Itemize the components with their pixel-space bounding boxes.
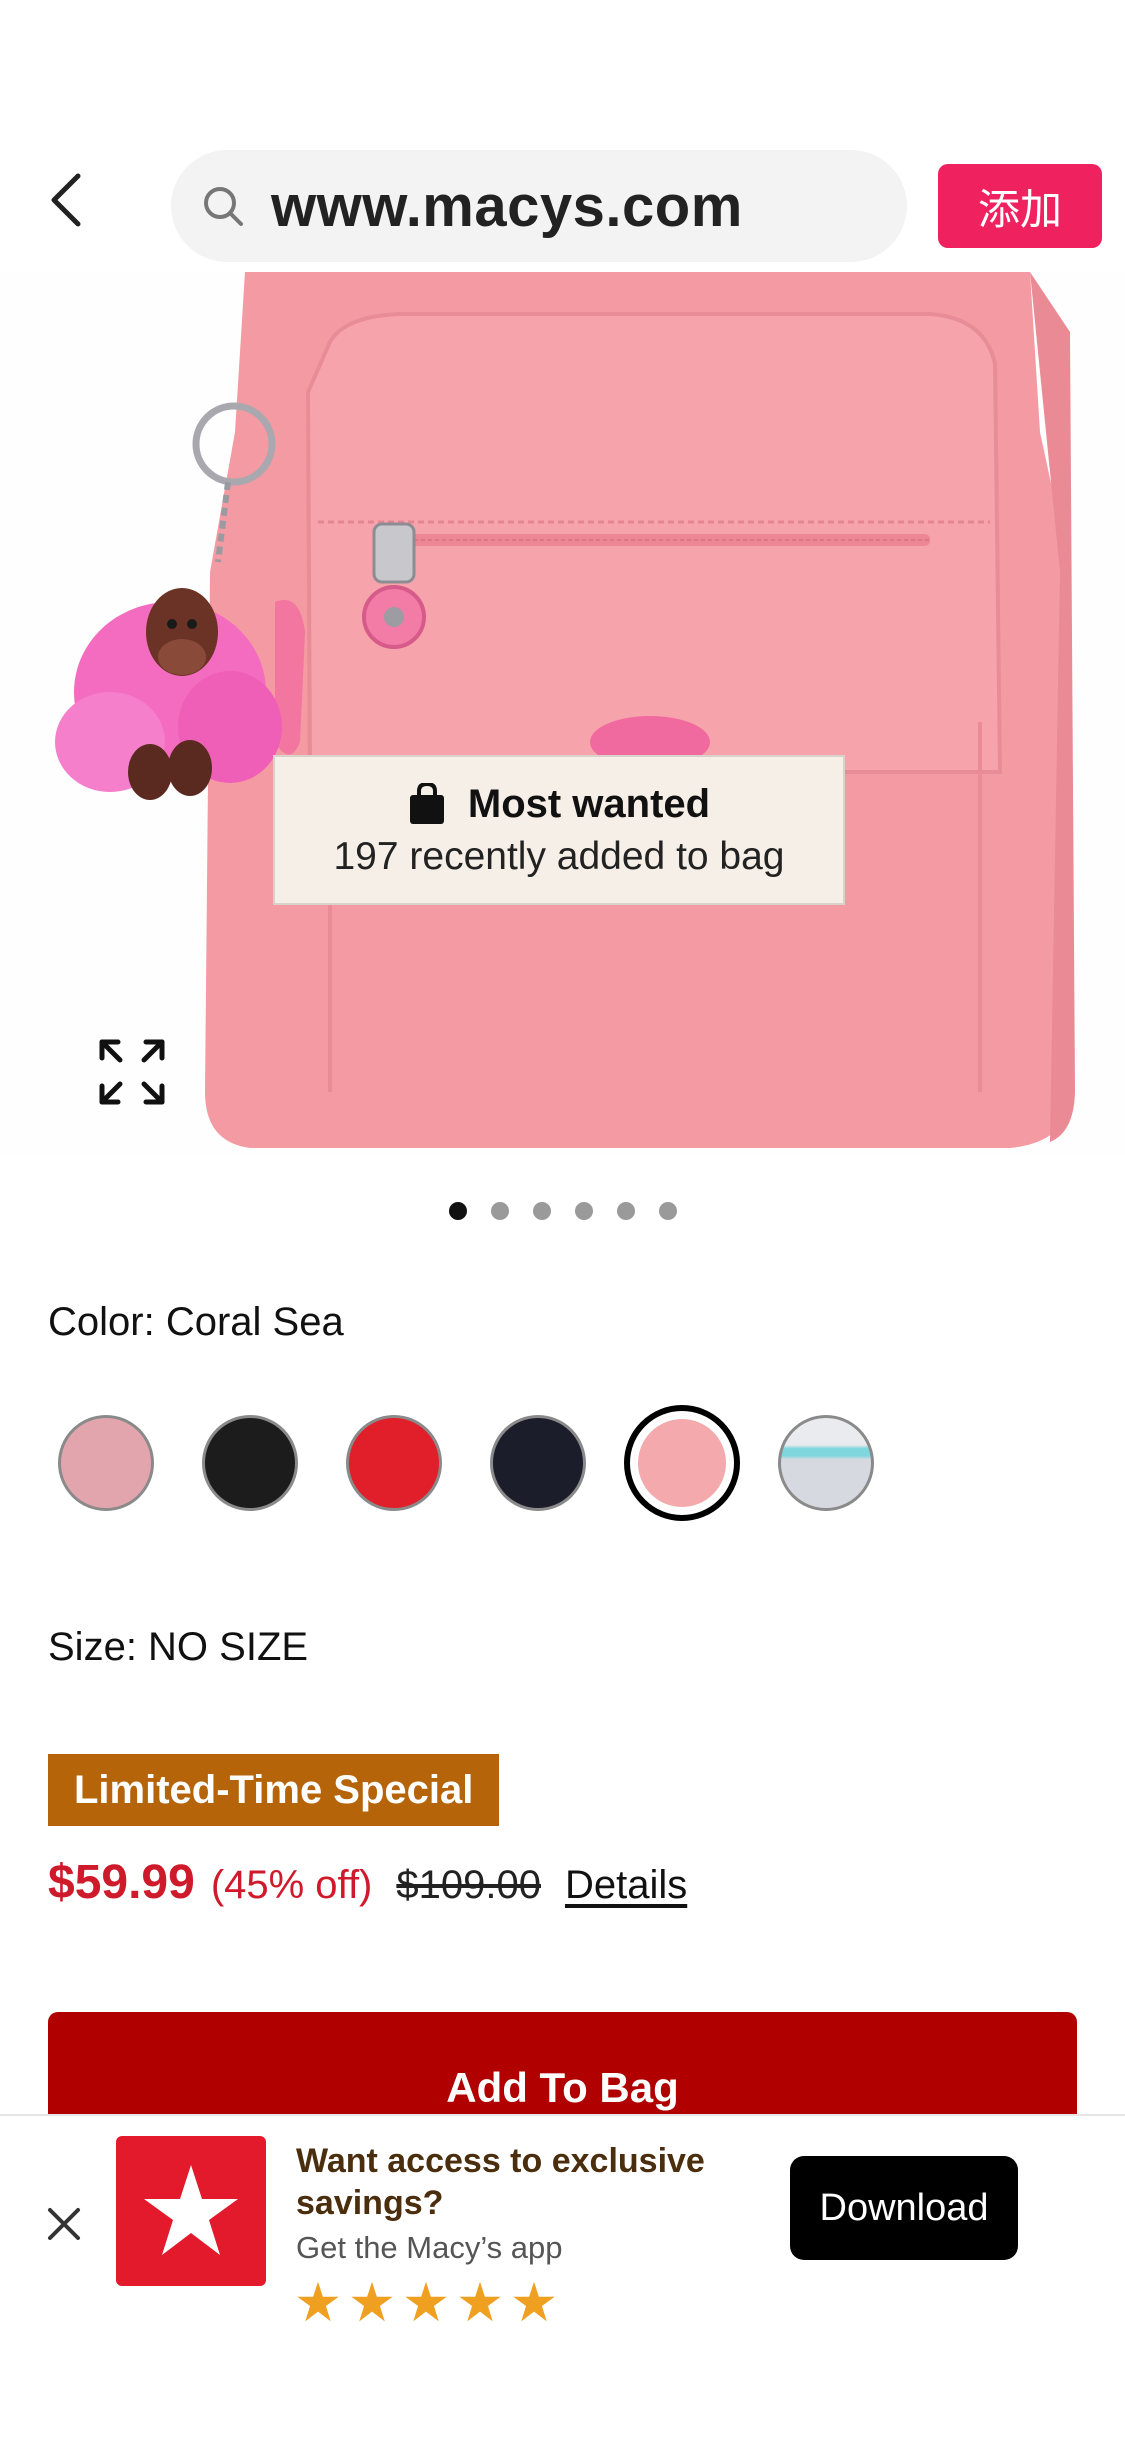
close-icon [48, 2208, 80, 2240]
star-logo-icon [144, 2165, 238, 2255]
size-label: Size: NO SIZE [48, 1625, 309, 1669]
search-icon [204, 187, 243, 226]
price-row: $59.99 (45% off) $109.00 Details [48, 1855, 687, 1910]
add-to-bag-label: Add To Bag [446, 2064, 679, 2111]
most-wanted-badge: Most wanted 197 recently added to bag [273, 755, 845, 905]
carousel-dot[interactable] [658, 1202, 677, 1220]
carousel-dot[interactable] [490, 1202, 509, 1220]
download-button[interactable]: Download [790, 2156, 1018, 2260]
product-image[interactable]: Most wanted 197 recently added to bag [0, 272, 1125, 1154]
banner-title: Want access to exclusive savings? [296, 2142, 705, 2222]
most-wanted-title: Most wanted [467, 781, 711, 826]
swatch-black[interactable] [202, 1415, 298, 1511]
url-text: www.macys.com [271, 173, 743, 239]
rating-stars [296, 2280, 556, 2324]
carousel-dot[interactable] [448, 1202, 467, 1220]
swatch-light-blue-stripe[interactable] [778, 1415, 874, 1511]
url-bar[interactable]: www.macys.com [171, 150, 907, 262]
backpack-image [55, 272, 1075, 1148]
add-to-bag-button[interactable]: Add To Bag [48, 2012, 1077, 2122]
star-icon [405, 2281, 447, 2322]
expand-icon [99, 1039, 165, 1105]
carousel-dots [0, 1202, 1125, 1220]
star-icon [297, 2281, 339, 2322]
banner-subtitle: Get the Macy’s app [296, 2230, 563, 2265]
chevron-left-icon [51, 173, 81, 227]
promo-badge: Limited-Time Special [48, 1754, 500, 1826]
color-label: Color: Coral Sea [48, 1300, 344, 1344]
add-button[interactable]: 添加 [938, 164, 1102, 248]
star-icon [459, 2281, 501, 2322]
carousel-dot[interactable] [574, 1202, 593, 1220]
details-link[interactable]: Details [565, 1863, 687, 1908]
sale-price: $59.99 [48, 1856, 195, 1909]
fullscreen-button[interactable] [98, 1038, 166, 1106]
back-button[interactable] [40, 170, 100, 230]
carousel-dot[interactable] [532, 1202, 551, 1220]
swatch-pink[interactable] [58, 1415, 154, 1511]
star-icon [351, 2281, 393, 2322]
macys-app-icon [116, 2136, 266, 2286]
discount-percent: (45% off) [210, 1863, 373, 1907]
most-wanted-subtitle: 197 recently added to bag [333, 834, 785, 878]
banner-close-button[interactable] [40, 2200, 88, 2248]
color-swatches [58, 1405, 874, 1521]
star-icon [513, 2281, 555, 2322]
swatch-coral-sea[interactable] [624, 1405, 740, 1521]
carousel-dot[interactable] [616, 1202, 635, 1220]
swatch-navy[interactable] [490, 1415, 586, 1511]
swatch-red[interactable] [346, 1415, 442, 1511]
app-install-banner: Want access to exclusive savings? Get th… [0, 2114, 1125, 2438]
shopping-bag-icon [409, 783, 444, 824]
original-price: $109.00 [396, 1863, 541, 1907]
